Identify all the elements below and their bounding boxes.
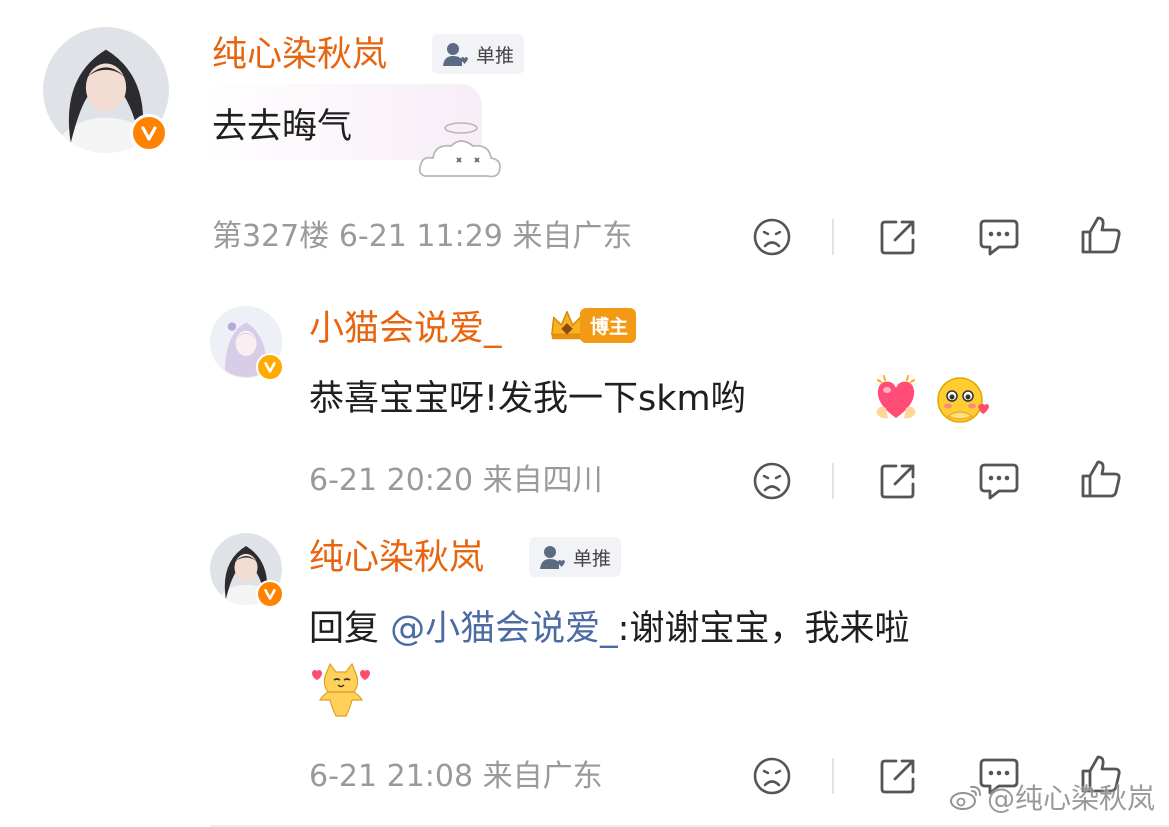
comment-icon[interactable] — [977, 459, 1021, 503]
comment-meta: 第327楼 6-21 11:29 来自广东 — [212, 222, 632, 252]
share-icon[interactable] — [876, 215, 920, 259]
fan-tag[interactable]: 单推 — [529, 537, 622, 577]
reply-time: 6-21 20:20 — [309, 463, 474, 498]
share-icon[interactable] — [876, 459, 920, 503]
cat-hearts-emoji — [308, 660, 374, 720]
fan-tag-icon — [443, 43, 468, 66]
heart-hands-emoji — [870, 372, 922, 424]
weibo-logo-icon — [949, 785, 981, 810]
verified-icon — [256, 580, 284, 608]
action-divider — [832, 758, 834, 794]
comment-time: 6-21 11:29 — [338, 219, 503, 254]
fan-tag-label: 单推 — [573, 547, 612, 570]
share-icon[interactable] — [876, 754, 920, 798]
reply-text: 回复 @小猫会说爱_:谢谢宝宝，我来啦 — [309, 609, 910, 649]
reply-meta: 6-21 21:08 来自广东 — [309, 762, 603, 792]
watermark-text: @纯心染秋岚 — [986, 782, 1155, 815]
reply-time: 6-21 21:08 — [309, 759, 474, 794]
dislike-icon[interactable] — [750, 459, 794, 503]
reply-location: 来自四川 — [482, 463, 603, 498]
action-divider — [832, 219, 834, 255]
blogger-badge-label: 博主 — [580, 307, 637, 343]
comment-text: 去去晦气 — [212, 107, 353, 147]
floor-number: 第327楼 — [212, 219, 330, 254]
reply-location: 来自广东 — [482, 759, 603, 794]
mention-link[interactable]: @小猫会说爱_ — [390, 609, 618, 649]
cloud-doodle-icon — [415, 118, 505, 184]
watermark: @纯心染秋岚 — [949, 777, 1155, 817]
reply-meta: 6-21 20:20 来自四川 — [309, 466, 603, 496]
blushing-face-emoji — [934, 372, 990, 428]
comment-location: 来自广东 — [512, 219, 633, 254]
fan-tag-label: 单推 — [476, 44, 515, 67]
dislike-icon[interactable] — [750, 215, 794, 259]
reply-username[interactable]: 纯心染秋岚 — [309, 541, 484, 576]
reply-username[interactable]: 小猫会说爱_ — [309, 312, 502, 347]
fan-tag-icon — [540, 546, 565, 569]
action-divider — [832, 463, 834, 499]
reply-text: 恭喜宝宝呀!发我一下skm哟 — [309, 379, 746, 419]
verified-icon — [130, 114, 168, 152]
like-icon[interactable] — [1079, 457, 1123, 501]
blogger-badge: 博主 — [548, 306, 637, 344]
comment-username[interactable]: 纯心染秋岚 — [212, 38, 387, 73]
dislike-icon[interactable] — [750, 754, 794, 798]
reply-prefix: 回复 — [309, 609, 391, 649]
fan-tag[interactable]: 单推 — [432, 34, 525, 74]
comment-icon[interactable] — [977, 215, 1021, 259]
verified-icon — [256, 353, 284, 381]
like-icon[interactable] — [1079, 213, 1123, 257]
